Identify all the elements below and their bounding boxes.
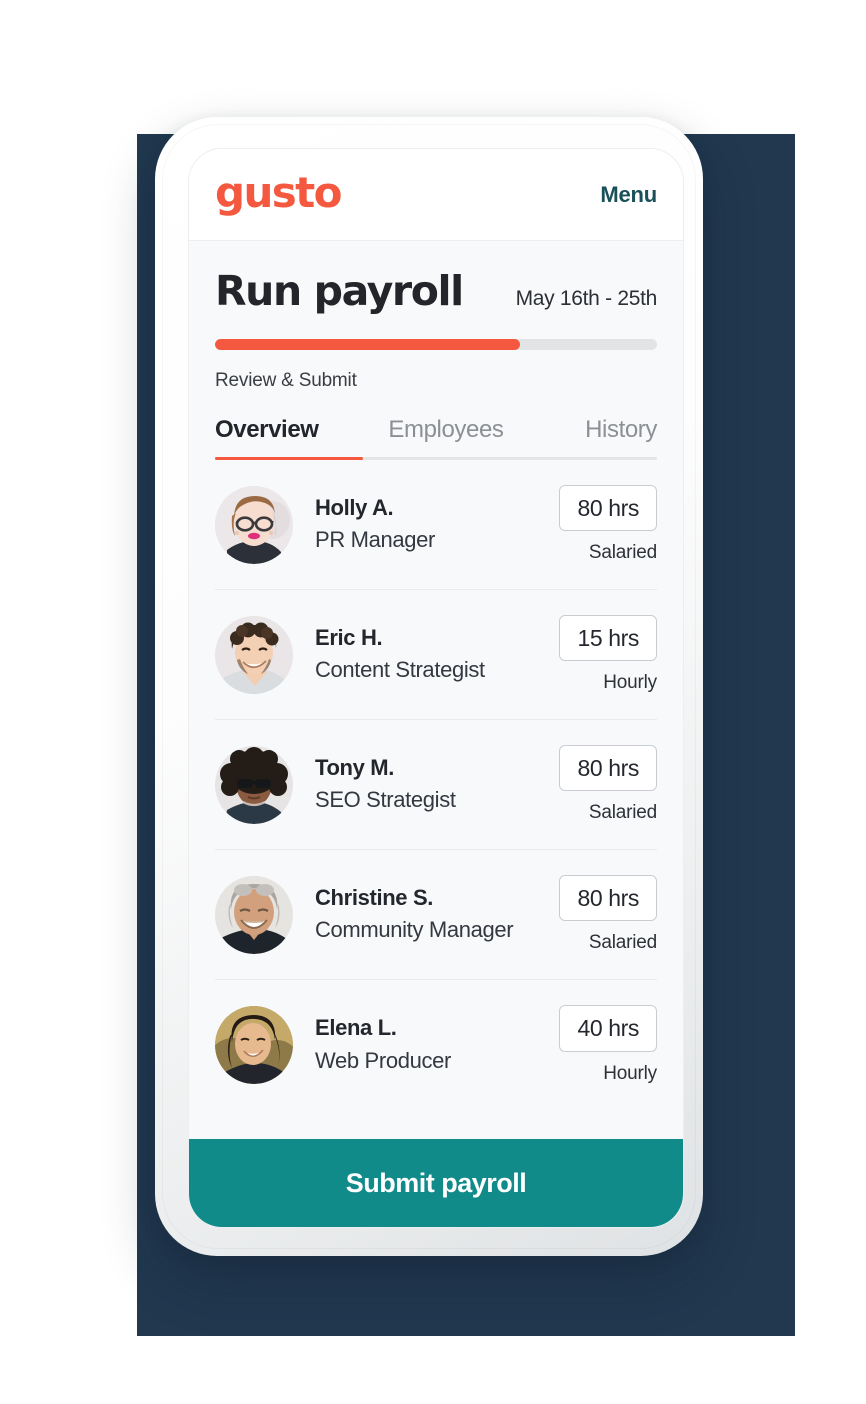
employee-name: Christine S. xyxy=(315,884,434,910)
tab-employees[interactable]: Employees xyxy=(362,416,529,460)
employee-info: Eric H. Content Strategist xyxy=(293,623,559,687)
pay-type-label: Salaried xyxy=(588,932,657,954)
employee-hours-block: 80 hrs Salaried xyxy=(559,484,657,564)
avatar-tony-icon xyxy=(215,745,293,824)
avatar-christine-icon xyxy=(215,875,293,954)
avatar-eric-icon xyxy=(215,615,293,694)
pay-type-label: Salaried xyxy=(588,542,657,564)
tab-overview[interactable]: Overview xyxy=(215,416,362,460)
employee-list: Holly A. PR Manager 80 hrs Salaried Eric… xyxy=(189,460,683,1110)
employee-role: SEO Strategist xyxy=(315,787,456,813)
pay-type-label: Hourly xyxy=(603,1062,657,1084)
pay-type-label: Salaried xyxy=(588,802,657,824)
app-top-bar: gusto Menu xyxy=(189,149,683,241)
hours-input[interactable]: 80 hrs xyxy=(559,484,657,532)
table-row[interactable]: Holly A. PR Manager 80 hrs Salaried xyxy=(215,460,657,591)
tab-active-indicator xyxy=(215,457,363,461)
employee-hours-block: 80 hrs Salaried xyxy=(559,744,657,824)
payroll-progress-fill xyxy=(215,339,520,351)
hours-input[interactable]: 80 hrs xyxy=(559,744,657,792)
employee-role: Web Producer xyxy=(315,1047,452,1073)
employee-role: Community Manager xyxy=(315,917,514,943)
employee-info: Elena L. Web Producer xyxy=(293,1013,559,1077)
payroll-header: Run payroll May 16th - 25th Review & Sub… xyxy=(189,241,683,393)
employee-name: Tony M. xyxy=(315,754,395,780)
avatar-elena-icon xyxy=(215,1006,293,1085)
employee-role: PR Manager xyxy=(315,527,436,553)
employee-name: Elena L. xyxy=(315,1015,397,1041)
pay-type-label: Hourly xyxy=(603,672,657,694)
hours-input[interactable]: 80 hrs xyxy=(559,874,657,922)
payroll-progress-bar xyxy=(215,339,657,351)
table-row[interactable]: Elena L. Web Producer 40 hrs Hourly xyxy=(215,980,657,1110)
submit-payroll-button[interactable]: Submit payroll xyxy=(189,1139,683,1227)
employee-hours-block: 40 hrs Hourly xyxy=(559,1005,657,1084)
table-row[interactable]: Eric H. Content Strategist 15 hrs Hourly xyxy=(215,590,657,721)
screenshot-stage: gusto Menu Run payroll May 16th - 25th R… xyxy=(0,0,866,1404)
employee-hours-block: 80 hrs Salaried xyxy=(559,874,657,954)
hours-input[interactable]: 40 hrs xyxy=(559,1005,657,1052)
table-row[interactable]: Tony M. SEO Strategist 80 hrs Salaried xyxy=(215,720,657,851)
submit-payroll-label: Submit payroll xyxy=(345,1167,527,1198)
employee-name: Eric H. xyxy=(315,624,383,650)
phone-screen: gusto Menu Run payroll May 16th - 25th R… xyxy=(188,148,684,1228)
tab-history[interactable]: History xyxy=(530,416,657,460)
table-row[interactable]: Christine S. Community Manager 80 hrs Sa… xyxy=(215,850,657,981)
hours-input[interactable]: 15 hrs xyxy=(559,614,657,662)
progress-step-label: Review & Submit xyxy=(215,370,357,392)
employee-info: Christine S. Community Manager xyxy=(293,883,559,947)
gusto-logo[interactable]: gusto xyxy=(215,171,343,214)
employee-name: Holly A. xyxy=(315,494,394,520)
employee-hours-block: 15 hrs Hourly xyxy=(559,614,657,694)
employee-info: Holly A. PR Manager xyxy=(293,493,559,557)
menu-button[interactable]: Menu xyxy=(600,182,657,208)
pay-period-date-range: May 16th - 25th xyxy=(515,287,658,310)
employee-role: Content Strategist xyxy=(315,657,485,683)
section-tabs: Overview Employees History xyxy=(189,416,683,461)
avatar-holly-icon xyxy=(215,485,293,564)
employee-info: Tony M. SEO Strategist xyxy=(293,753,559,817)
page-title: Run payroll xyxy=(215,267,464,315)
title-row: Run payroll May 16th - 25th xyxy=(215,267,658,315)
